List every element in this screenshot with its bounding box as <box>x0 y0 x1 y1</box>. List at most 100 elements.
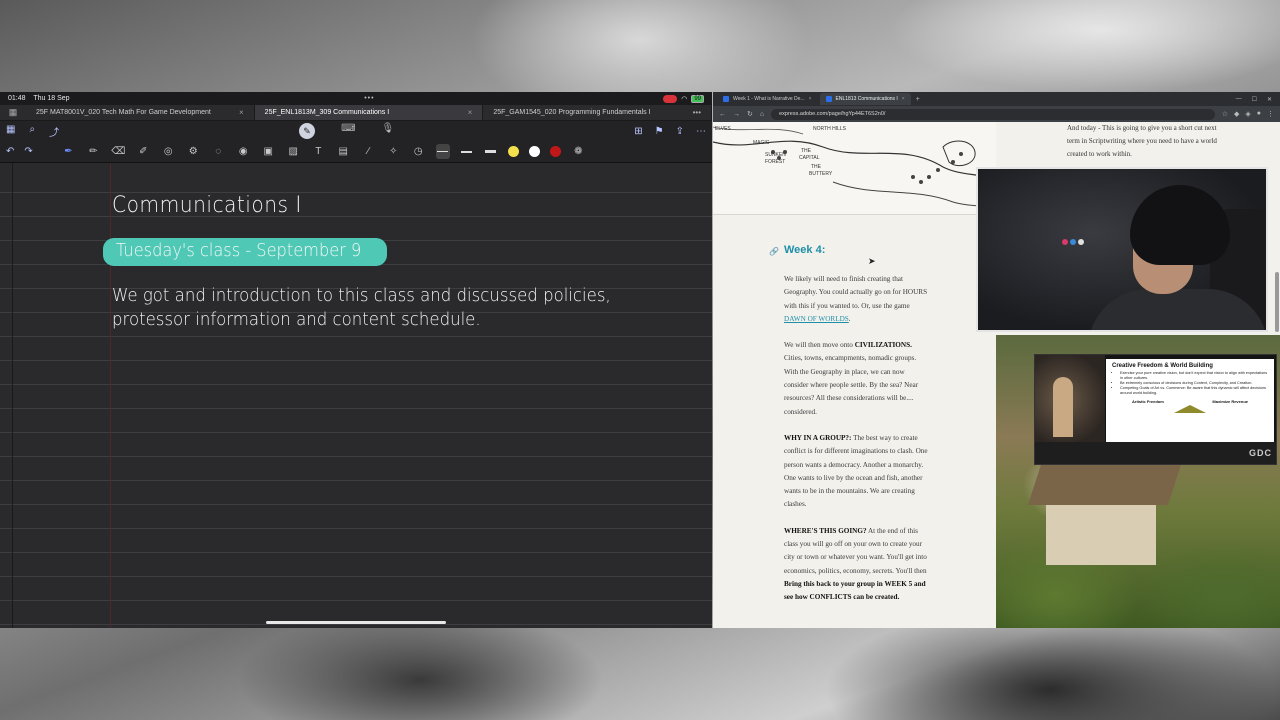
slide-left-label: Artistic Freedom <box>1132 399 1164 404</box>
paragraph-civilizations: We will then move onto CIVILIZATIONS. Ci… <box>784 339 929 419</box>
bookmark-icon[interactable]: ⚑ <box>655 126 664 137</box>
close-icon[interactable]: × <box>902 96 905 102</box>
minimize-icon[interactable]: — <box>1236 96 1242 103</box>
share-link-icon[interactable]: ⤴ <box>49 124 59 139</box>
timer-tool-icon[interactable]: ◷ <box>411 144 426 159</box>
battery-indicator: 99 <box>691 94 704 103</box>
paragraph-text: We likely will need to finish creating t… <box>784 275 928 310</box>
map-label: MAGIC <box>753 140 770 146</box>
tab-label: 25F MAT8001V_020 Tech Math For Game Deve… <box>36 109 211 116</box>
profile-icon[interactable]: ● <box>1257 110 1261 118</box>
grid-home-icon[interactable]: ▦ <box>0 105 26 120</box>
stroke-thick-option[interactable] <box>484 144 498 159</box>
keyboard-icon[interactable]: ⌨ <box>341 123 355 139</box>
ruler-tool-icon[interactable]: ∕ <box>361 144 376 159</box>
lasso-ai-tool-icon[interactable]: ⚙ <box>186 144 201 159</box>
paragraph-text: The best way to create conflict is for d… <box>784 433 928 509</box>
note-title: Communications I <box>112 193 302 218</box>
browser-tab-label: Week 1 - What is Narrative De... <box>733 96 805 102</box>
white-color-swatch[interactable] <box>528 146 540 157</box>
browser-tab-week1[interactable]: Week 1 - What is Narrative De... × <box>717 93 818 105</box>
shapes-tool-icon[interactable]: ◎ <box>161 144 176 159</box>
slide-bullet: Exercise your pure creative vision, but … <box>1120 371 1268 381</box>
extension-icon[interactable]: ◈ <box>1245 110 1250 118</box>
forward-icon[interactable]: → <box>733 111 740 118</box>
home-indicator[interactable] <box>266 621 446 624</box>
redo-icon[interactable]: ↷ <box>24 146 32 157</box>
url-field[interactable]: express.adobe.com/page/hgYp44ET6S2n0/ <box>771 108 1215 120</box>
webcam-overlay <box>976 167 1268 332</box>
grid-icon[interactable]: ▦ <box>6 124 15 139</box>
export-icon[interactable]: ⇪ <box>676 126 684 137</box>
gdc-talk-video[interactable]: Creative Freedom & World Building Exerci… <box>1034 354 1277 465</box>
highlighter-tool-icon[interactable]: ✐ <box>136 144 151 159</box>
browser-tab-enl1813[interactable]: ENL1813 Communications I × <box>819 93 911 105</box>
multitask-dots-icon[interactable]: ••• <box>364 95 374 102</box>
url-text: express.adobe.com/page/hgYp44ET6S2n0/ <box>779 111 886 117</box>
new-tab-icon[interactable]: + <box>916 96 920 103</box>
lasso-tool-icon[interactable]: ◌ <box>211 144 226 159</box>
more-icon[interactable]: ••• <box>693 108 701 117</box>
top-toolbar: ▦ ⌕ ⤴ ✎ ⌨ 🎙 ⊞ ⚑ ⇪ ⋯ <box>0 121 712 141</box>
dawn-of-worlds-link[interactable]: DAWN OF WORLDS <box>784 315 849 323</box>
status-bar: 01:48 Thu 18 Sep ••• ◠ 99 <box>0 92 712 105</box>
house-wall <box>1046 505 1156 565</box>
menu-icon[interactable]: ⋮ <box>1267 110 1274 118</box>
tab-tech-math[interactable]: 25F MAT8001V_020 Tech Math For Game Deve… <box>26 105 255 120</box>
extension-icon[interactable]: ◆ <box>1234 110 1239 118</box>
wifi-icon: ◠ <box>681 95 688 103</box>
close-icon[interactable]: × <box>239 108 244 117</box>
add-page-icon[interactable]: ⊞ <box>634 126 642 137</box>
stroke-thin-option[interactable] <box>435 144 450 159</box>
map-label: BUTTERY <box>809 171 833 177</box>
pen-tool-icon[interactable]: ✒ <box>61 144 76 159</box>
mouse-cursor-icon: ➤ <box>868 256 876 266</box>
page-scrollbar[interactable] <box>1275 272 1279 332</box>
adobe-favicon-icon <box>723 96 729 102</box>
rgb-light <box>1070 239 1076 245</box>
browser-tab-label: ENL1813 Communications I <box>835 96 898 102</box>
browser-window: Week 1 - What is Narrative De... × ENL18… <box>713 92 1280 628</box>
notes-app-window: 01:48 Thu 18 Sep ••• ◠ 99 ▦ 25F MAT8001V… <box>0 92 712 628</box>
red-color-swatch[interactable] <box>549 146 561 157</box>
sticker-tool-icon[interactable]: ▣ <box>261 144 276 159</box>
tab-programming[interactable]: 25F_GAM1545_020 Programming Fundamentals… <box>483 105 712 120</box>
camera-tool-icon[interactable]: ▤ <box>336 144 351 159</box>
paragraph-text: We will then move onto <box>784 341 855 350</box>
bold-text: WHERE'S THIS GOING? <box>784 526 867 535</box>
text-tool-icon[interactable]: T <box>311 144 326 159</box>
close-icon[interactable]: × <box>468 108 473 117</box>
pencil-tool-icon[interactable]: ✏ <box>86 144 101 159</box>
fantasy-map-image: ELVES NORTH HILLS MAGIC SUNKEN FOREST TH… <box>713 122 996 215</box>
pen-mode-icon[interactable]: ✎ <box>299 123 316 139</box>
rgb-light <box>1078 239 1084 245</box>
close-icon[interactable]: × <box>809 96 812 102</box>
yellow-color-swatch[interactable] <box>507 146 519 157</box>
status-time: 01:48 <box>8 95 26 102</box>
link-icon[interactable]: 🔗 <box>769 247 779 256</box>
eye-tool-icon[interactable]: ◉ <box>236 144 251 159</box>
reload-icon[interactable]: ↻ <box>747 110 753 118</box>
more-icon[interactable]: ⋯ <box>696 126 706 137</box>
microphone-icon[interactable]: 🎙 <box>382 123 395 139</box>
star-icon[interactable]: ☆ <box>1222 110 1228 118</box>
maximize-icon[interactable]: ☐ <box>1252 96 1257 103</box>
person-hair <box>1130 185 1230 265</box>
laser-tool-icon[interactable]: ✧ <box>386 144 401 159</box>
paragraph-group: WHY IN A GROUP?: The best way to create … <box>784 432 929 512</box>
home-icon[interactable]: ⌂ <box>760 111 764 118</box>
paragraph-where-going: WHERE'S THIS GOING? At the end of this c… <box>784 525 929 605</box>
stroke-medium-option[interactable] <box>460 144 474 159</box>
undo-icon[interactable]: ↶ <box>6 146 14 157</box>
search-icon[interactable]: ⌕ <box>29 124 35 139</box>
page-edge <box>12 163 13 628</box>
image-tool-icon[interactable]: ▨ <box>286 144 301 159</box>
tab-communications[interactable]: 25F_ENL1813M_309 Communications I × <box>254 105 484 120</box>
eraser-tool-icon[interactable]: ⌫ <box>111 144 126 159</box>
back-icon[interactable]: ← <box>719 111 726 118</box>
slide-deck: Creative Freedom & World Building Exerci… <box>1106 359 1274 443</box>
note-page[interactable]: Communications I Tuesday's class - Septe… <box>0 163 712 628</box>
color-wheel-icon[interactable]: ❁ <box>571 144 586 159</box>
article-body: We likely will need to finish creating t… <box>784 273 929 618</box>
close-window-icon[interactable]: ✕ <box>1267 96 1272 103</box>
